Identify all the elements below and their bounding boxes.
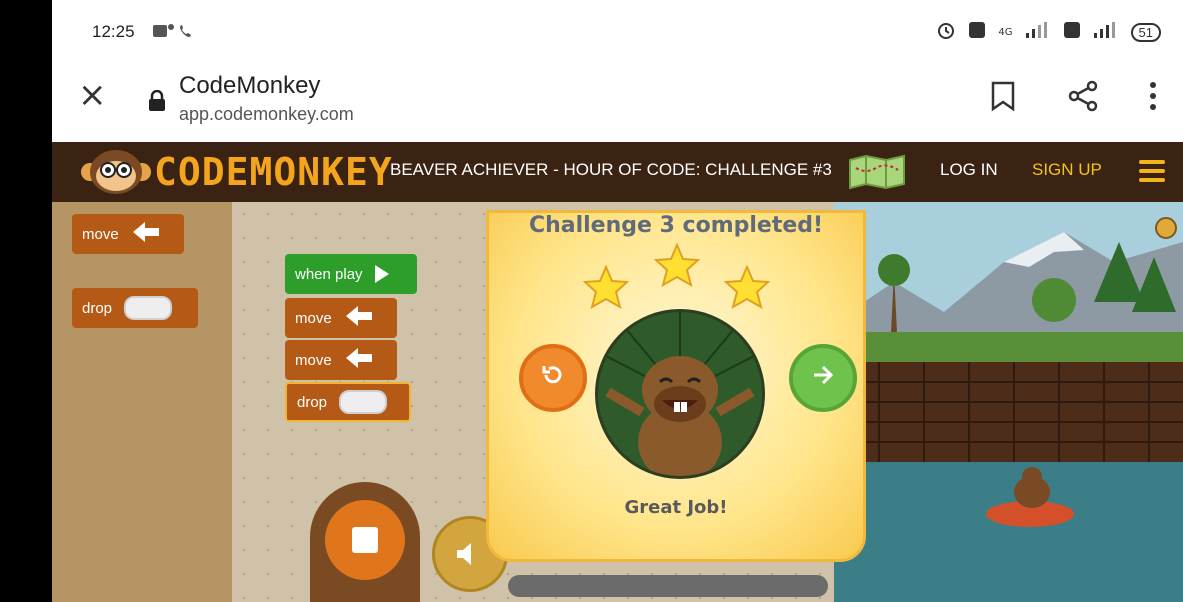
retry-icon bbox=[540, 362, 566, 395]
log-icon bbox=[124, 296, 173, 320]
code-block-drop[interactable]: drop bbox=[285, 382, 411, 422]
beaver-avatar bbox=[595, 309, 765, 479]
map-icon[interactable] bbox=[848, 154, 906, 194]
next-button[interactable] bbox=[789, 344, 857, 412]
scene-illustration bbox=[834, 202, 1183, 602]
phone-screen: 12:25 4G 51 × CodeMonkey app.codemonkey.… bbox=[52, 0, 1183, 602]
logo-text[interactable]: CODEMONKEY bbox=[154, 150, 393, 194]
block-label: move bbox=[295, 309, 332, 327]
palette-block-move[interactable]: move bbox=[72, 214, 184, 254]
volte-icon-2 bbox=[1063, 21, 1081, 43]
signal-icon bbox=[1025, 21, 1051, 43]
more-vert-icon[interactable] bbox=[1148, 80, 1158, 116]
page-title: CodeMonkey bbox=[179, 72, 321, 99]
speaker-icon bbox=[453, 539, 483, 573]
left-arrow-icon bbox=[131, 221, 161, 247]
horizontal-scrollbar[interactable] bbox=[508, 575, 828, 597]
hamburger-menu-icon[interactable] bbox=[1139, 160, 1165, 187]
status-bar: 12:25 4G 51 bbox=[52, 0, 1183, 62]
dialog-title: Challenge 3 completed! bbox=[528, 213, 824, 238]
left-arrow-icon bbox=[344, 305, 374, 331]
stop-button-frame bbox=[310, 482, 420, 602]
log-icon bbox=[339, 390, 388, 414]
when-play-block[interactable]: when play bbox=[285, 254, 417, 294]
login-link[interactable]: LOG IN bbox=[940, 160, 998, 180]
palette-block-drop[interactable]: drop bbox=[72, 288, 198, 328]
stop-icon bbox=[352, 527, 378, 553]
star-icon bbox=[582, 264, 630, 313]
block-label: drop bbox=[297, 393, 328, 411]
game-scene bbox=[834, 202, 1183, 602]
stop-button[interactable] bbox=[325, 500, 405, 580]
share-icon[interactable] bbox=[1067, 80, 1099, 116]
retry-button[interactable] bbox=[519, 344, 587, 412]
play-icon bbox=[374, 265, 389, 283]
code-block-move[interactable]: move bbox=[285, 298, 397, 338]
signup-link[interactable]: SIGN UP bbox=[1032, 160, 1102, 180]
challenge-complete-dialog: Challenge 3 completed! Great Job! bbox=[486, 210, 866, 562]
arrow-right-icon bbox=[810, 362, 836, 395]
bookmark-icon[interactable] bbox=[990, 80, 1016, 116]
page-url[interactable]: app.codemonkey.com bbox=[179, 104, 354, 125]
block-label: move bbox=[82, 225, 119, 243]
block-label: drop bbox=[82, 299, 113, 317]
alarm-icon bbox=[936, 20, 956, 44]
left-arrow-icon bbox=[344, 347, 374, 373]
status-time: 12:25 bbox=[92, 22, 135, 41]
code-block-move[interactable]: move bbox=[285, 340, 397, 380]
star-icon bbox=[653, 242, 701, 291]
teams-icon bbox=[152, 22, 196, 44]
volte-icon bbox=[968, 21, 986, 43]
network-type: 4G bbox=[998, 26, 1013, 38]
browser-toolbar: × CodeMonkey app.codemonkey.com bbox=[52, 62, 1183, 142]
battery-indicator: 51 bbox=[1130, 22, 1161, 42]
dialog-message: Great Job! bbox=[624, 497, 728, 518]
block-label: move bbox=[295, 351, 332, 369]
signal-icon-2 bbox=[1093, 21, 1119, 43]
challenge-title: BEAVER ACHIEVER - HOUR OF CODE: CHALLENG… bbox=[390, 160, 832, 179]
app-header: CODEMONKEY BEAVER ACHIEVER - HOUR OF COD… bbox=[52, 142, 1183, 202]
block-label: when play bbox=[295, 265, 363, 283]
lock-icon bbox=[148, 89, 166, 116]
star-icon bbox=[723, 264, 771, 313]
monkey-logo-icon[interactable] bbox=[80, 148, 152, 200]
close-icon[interactable]: × bbox=[78, 78, 107, 112]
block-palette: move drop bbox=[52, 202, 232, 602]
